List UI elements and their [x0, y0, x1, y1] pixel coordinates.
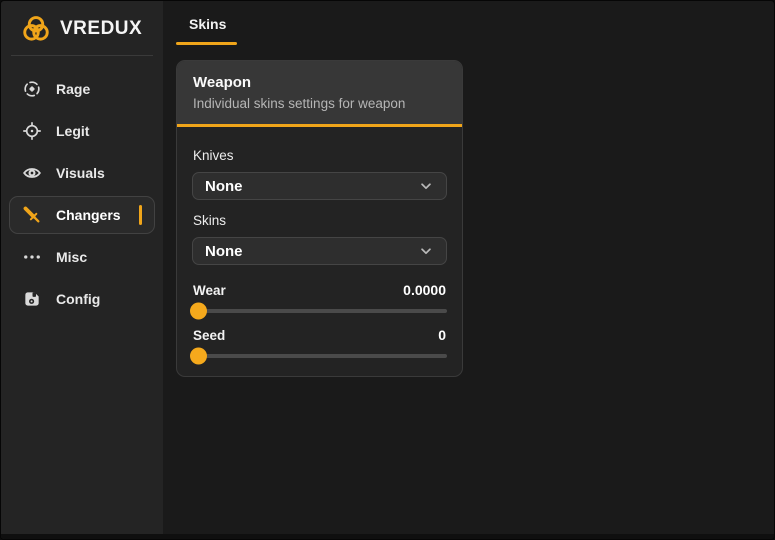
knives-label: Knives [193, 148, 446, 163]
seed-slider[interactable] [192, 354, 447, 358]
sidebar-item-changers[interactable]: Changers [9, 196, 155, 234]
tab-skins[interactable]: Skins [176, 16, 237, 45]
visuals-eye-icon [22, 163, 42, 183]
wear-slider-group: Wear 0.0000 [192, 282, 447, 313]
sidebar-nav: Rage Legit [1, 70, 163, 322]
seed-slider-thumb[interactable] [190, 348, 207, 365]
legit-icon [22, 121, 42, 141]
seed-slider-group: Seed 0 [192, 327, 447, 358]
sidebar: VREDUX Rage [1, 1, 163, 539]
window-bottom-edge [1, 534, 774, 539]
sidebar-item-label: Changers [56, 207, 121, 223]
rage-icon [22, 79, 42, 99]
card-subtitle: Individual skins settings for weapon [193, 96, 446, 111]
sidebar-divider [11, 55, 153, 56]
skins-dropdown-value: None [205, 243, 243, 260]
chevron-down-icon [418, 178, 434, 194]
sidebar-item-misc[interactable]: Misc [9, 238, 155, 276]
chevron-down-icon [418, 243, 434, 259]
skins-label: Skins [193, 213, 446, 228]
card-title: Weapon [193, 74, 446, 91]
wear-value: 0.0000 [403, 282, 446, 298]
config-save-icon [22, 289, 42, 309]
tab-skins-label: Skins [176, 16, 237, 32]
seed-label: Seed [193, 328, 225, 343]
sidebar-item-config[interactable]: Config [9, 280, 155, 318]
brand-name: VREDUX [60, 18, 142, 40]
wear-slider[interactable] [192, 309, 447, 313]
misc-ellipsis-icon [22, 247, 42, 267]
sidebar-item-label: Config [56, 291, 100, 307]
brand: VREDUX [1, 1, 163, 55]
wear-slider-thumb[interactable] [190, 303, 207, 320]
skins-dropdown[interactable]: None [192, 237, 447, 265]
weapon-card-header: Weapon Individual skins settings for wea… [177, 61, 462, 127]
seed-value: 0 [438, 327, 446, 343]
sidebar-item-rage[interactable]: Rage [9, 70, 155, 108]
sidebar-item-label: Visuals [56, 165, 105, 181]
knives-dropdown-value: None [205, 178, 243, 195]
sidebar-item-visuals[interactable]: Visuals [9, 154, 155, 192]
changers-sword-icon [22, 205, 42, 225]
main-content: Skins Weapon Individual skins settings f… [163, 1, 774, 539]
sidebar-item-legit[interactable]: Legit [9, 112, 155, 150]
weapon-card-body: Knives None Skins None [177, 127, 462, 376]
knives-dropdown[interactable]: None [192, 172, 447, 200]
active-indicator-bar [139, 205, 142, 225]
wear-label: Wear [193, 283, 226, 298]
sidebar-item-label: Rage [56, 81, 90, 97]
triquetra-logo-icon [21, 14, 51, 44]
tab-active-underline [176, 42, 237, 45]
app-window: VREDUX Rage [0, 0, 775, 540]
sidebar-item-label: Misc [56, 249, 87, 265]
sidebar-item-label: Legit [56, 123, 89, 139]
weapon-card: Weapon Individual skins settings for wea… [176, 60, 463, 377]
